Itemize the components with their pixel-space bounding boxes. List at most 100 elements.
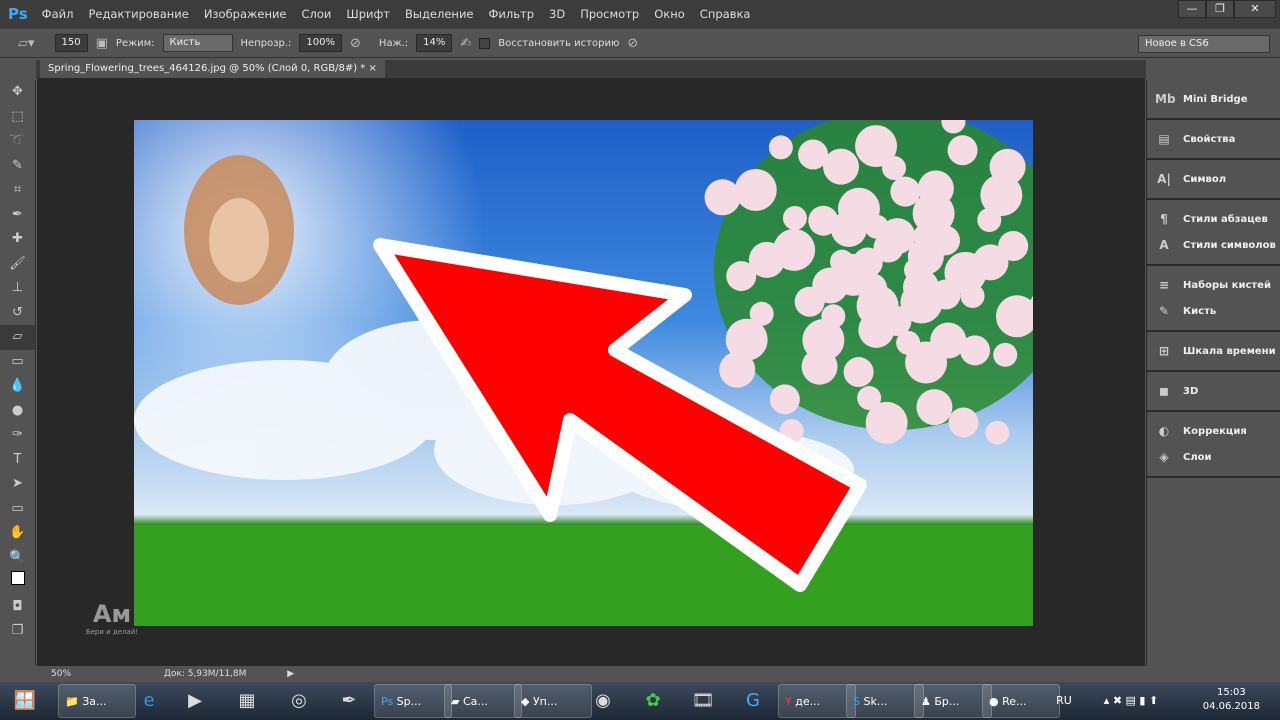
airbrush-icon[interactable]: ✍ xyxy=(460,36,471,51)
panel-item[interactable]: ✎ Кисть xyxy=(1147,298,1280,324)
ie-icon[interactable]: e xyxy=(130,684,168,718)
document-canvas[interactable] xyxy=(134,120,1033,626)
panel-icon: ◼ xyxy=(1159,384,1169,398)
panel-group: ◼ 3D xyxy=(1147,372,1280,412)
opacity-input[interactable]: 100% xyxy=(299,34,343,52)
restore-history-checkbox[interactable] xyxy=(479,37,491,49)
taskbar-app-up[interactable]: ◆ Уп... xyxy=(514,684,592,718)
taskbar-skype[interactable]: S Sk... xyxy=(846,684,924,718)
media-player-icon[interactable]: ▶ xyxy=(176,684,214,718)
app-icon[interactable]: ▦ xyxy=(228,684,266,718)
taskbar-photoshop[interactable]: Ps Sp... xyxy=(374,684,452,718)
path-select-tool-icon[interactable]: ➤ xyxy=(0,472,35,497)
restore-button[interactable]: ❐ xyxy=(1206,0,1234,18)
history-brush-tool-icon[interactable]: ↺ xyxy=(0,301,35,326)
taskbar-explorer[interactable]: 📁 За... xyxy=(58,684,136,718)
menu-3d[interactable]: 3D xyxy=(549,7,565,21)
app2-icon[interactable]: ◎ xyxy=(280,684,318,718)
brush-tool-icon[interactable]: 🖌 xyxy=(0,252,35,277)
blossom-branch xyxy=(704,120,1033,445)
panel-item[interactable]: ◈ Слои xyxy=(1147,444,1280,470)
menu-file[interactable]: Файл xyxy=(42,7,74,21)
panel-item[interactable]: ⊞ Шкала времени xyxy=(1147,338,1280,364)
zoom-level[interactable]: 50% xyxy=(51,669,71,679)
panel-item[interactable]: ▤ Свойства xyxy=(1147,126,1280,152)
shape-tool-icon[interactable]: ▭ xyxy=(0,497,35,522)
color-swatches[interactable] xyxy=(0,570,35,595)
mode-select[interactable]: Кисть xyxy=(162,34,233,52)
blossom xyxy=(903,269,940,306)
panel-item[interactable]: A Стили символов xyxy=(1147,232,1280,258)
menu-filter[interactable]: Фильтр xyxy=(489,7,535,21)
panel-item[interactable]: Mb Mini Bridge xyxy=(1147,86,1280,112)
panel-group: ≡ Наборы кистей ✎ Кисть xyxy=(1147,266,1280,332)
close-button[interactable]: ✕ xyxy=(1234,0,1276,18)
workspace-preset-select[interactable]: Новое в CS6 xyxy=(1138,35,1270,53)
canvas-image xyxy=(134,120,1033,626)
taskbar-app-ca[interactable]: ▰ Са... xyxy=(444,684,522,718)
menu-view[interactable]: Просмотр xyxy=(580,7,639,21)
pressure-size-icon[interactable]: ⊘ xyxy=(627,36,638,51)
menu-edit[interactable]: Редактирование xyxy=(88,7,188,21)
eyedropper-tool-icon[interactable]: ✒ xyxy=(0,203,35,228)
blossom xyxy=(977,208,1002,232)
panel-label: Слои xyxy=(1183,451,1212,463)
app3-icon[interactable]: G xyxy=(734,684,772,718)
video-editor-icon[interactable]: 🎞 xyxy=(684,684,722,718)
close-tab-icon[interactable]: × xyxy=(368,63,376,74)
icq-icon[interactable]: ✿ xyxy=(634,684,672,718)
brush-panel-icon[interactable]: ▣ xyxy=(96,36,108,51)
type-tool-icon[interactable]: T xyxy=(0,448,35,473)
document-tab-title: Spring_Flowering_trees_464126.jpg @ 50% … xyxy=(48,63,366,74)
panel-item[interactable]: ◼ 3D xyxy=(1147,378,1280,404)
lasso-tool-icon[interactable]: ➰ xyxy=(0,129,35,154)
pressure-opacity-icon[interactable]: ⊘ xyxy=(350,36,361,51)
panel-item[interactable]: ≡ Наборы кистей xyxy=(1147,272,1280,298)
screen-mode-icon[interactable]: ❐ xyxy=(0,619,35,644)
blossom xyxy=(773,228,816,271)
minimize-button[interactable]: — xyxy=(1178,0,1206,18)
panel-item[interactable]: ◐ Коррекция xyxy=(1147,418,1280,444)
start-button[interactable]: 🪟 xyxy=(6,684,44,718)
menu-layers[interactable]: Слои xyxy=(302,7,332,21)
move-tool-icon[interactable]: ✥ xyxy=(0,80,35,105)
panel-icon: ◐ xyxy=(1158,424,1170,438)
status-menu-arrow-icon[interactable]: ▶ xyxy=(287,669,294,679)
eraser-tool-icon[interactable]: ▱▾ xyxy=(18,36,35,51)
healing-tool-icon[interactable]: ✚ xyxy=(0,227,35,252)
stamp-tool-icon[interactable]: ⊥ xyxy=(0,276,35,301)
taskbar-recorder[interactable]: ● Re... xyxy=(982,684,1060,718)
quick-mask-icon[interactable]: ◘ xyxy=(0,595,35,620)
taskbar-yandex[interactable]: Y де... xyxy=(778,684,856,718)
chrome-icon[interactable]: ◉ xyxy=(584,684,622,718)
eraser-tool-icon[interactable]: ▱ xyxy=(0,325,35,350)
pen-tool-icon[interactable]: ✑ xyxy=(0,423,35,448)
taskbar-app-br[interactable]: ♟ Бр... xyxy=(914,684,992,718)
panel-label: Стили абзацев xyxy=(1183,213,1268,225)
menu-help[interactable]: Справка xyxy=(700,7,751,21)
language-indicator[interactable]: RU xyxy=(1052,684,1076,718)
menu-window[interactable]: Окно xyxy=(654,7,685,21)
crop-tool-icon[interactable]: ⌗ xyxy=(0,178,35,203)
hand-tool-icon[interactable]: ✋ xyxy=(0,521,35,546)
dodge-tool-icon[interactable]: ● xyxy=(0,399,35,424)
flow-label: Наж.: xyxy=(378,37,409,49)
menu-select[interactable]: Выделение xyxy=(405,7,474,21)
toolbox: ✥ ⬚ ➰ ✎ ⌗ ✒ ✚ 🖌 ⊥ ↺ ▱ ▭ 💧 ● ✑ T ➤ ▭ ✋ 🔍 … xyxy=(0,80,36,666)
marquee-tool-icon[interactable]: ⬚ xyxy=(0,105,35,130)
quick-select-tool-icon[interactable]: ✎ xyxy=(0,154,35,179)
gradient-tool-icon[interactable]: ▭ xyxy=(0,350,35,375)
menu-type[interactable]: Шрифт xyxy=(346,7,390,21)
panel-item[interactable]: A| Символ xyxy=(1147,166,1280,192)
pen-app-icon[interactable]: ✒ xyxy=(330,684,368,718)
menu-image[interactable]: Изображение xyxy=(204,7,287,21)
zoom-tool-icon[interactable]: 🔍 xyxy=(0,546,35,571)
flow-input[interactable]: 14% xyxy=(416,34,453,52)
blur-tool-icon[interactable]: 💧 xyxy=(0,374,35,399)
panel-item[interactable]: ¶ Стили абзацев xyxy=(1147,206,1280,232)
panel-icon: ✎ xyxy=(1158,304,1170,318)
document-tab[interactable]: Spring_Flowering_trees_464126.jpg @ 50% … xyxy=(40,60,385,78)
tray-icons[interactable]: ▴ ✖ ▤ ▮ ⬆ xyxy=(1086,684,1176,718)
clock[interactable]: 15:03 04.06.2018 xyxy=(1203,686,1260,714)
brush-size-picker[interactable]: 150 xyxy=(54,34,88,52)
